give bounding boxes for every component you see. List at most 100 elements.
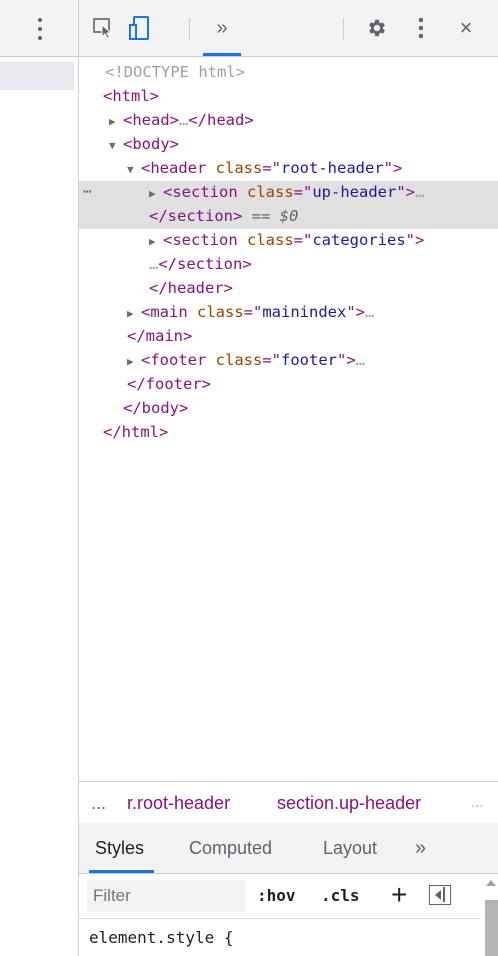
- dom-node-header-close[interactable]: </header>: [79, 277, 498, 301]
- more-tabs-button[interactable]: »: [199, 14, 245, 56]
- scroll-up-icon[interactable]: [486, 880, 496, 886]
- dom-node-body[interactable]: ▼ <body>: [79, 133, 498, 157]
- dom-line-text: </section> == $0: [149, 207, 298, 225]
- dom-token: ">: [346, 303, 366, 321]
- dom-token: class: [215, 159, 263, 177]
- expand-triangle-icon[interactable]: ▶: [127, 350, 141, 374]
- dom-token: =": [293, 231, 313, 249]
- dom-token: </main>: [127, 327, 193, 345]
- more-options-icon[interactable]: [409, 14, 433, 42]
- style-rules: element.style {: [79, 918, 479, 956]
- dom-node-head[interactable]: ▶ <head>…</head>: [79, 109, 498, 133]
- element-style-rule[interactable]: element.style {: [89, 926, 479, 950]
- expand-triangle-icon[interactable]: ▶: [149, 182, 163, 206]
- class-toggle-button[interactable]: .cls: [321, 874, 360, 918]
- dom-node-html[interactable]: <html>: [79, 85, 498, 109]
- tab-styles[interactable]: Styles: [88, 823, 155, 873]
- dom-token: footer: [281, 351, 337, 369]
- collapse-triangle-icon[interactable]: ▼: [109, 134, 123, 158]
- dom-node-header[interactable]: ▼ <header class="root-header">: [79, 157, 498, 181]
- dom-token: <footer: [141, 351, 216, 369]
- dom-token: ">: [383, 159, 403, 177]
- dom-token: $0: [279, 207, 299, 225]
- dom-line-text: …</section>: [149, 255, 252, 273]
- toolbar-divider: [343, 18, 344, 40]
- dom-token: class: [197, 303, 244, 321]
- breadcrumb-item-header[interactable]: r.root-header: [127, 782, 230, 824]
- breadcrumb-scroll-left[interactable]: ...: [91, 782, 106, 824]
- dom-token: class: [215, 351, 263, 369]
- dom-node-footer-close[interactable]: </footer>: [79, 373, 498, 397]
- dom-token: ">: [337, 351, 356, 369]
- close-icon[interactable]: ×: [451, 14, 481, 42]
- dom-line-text: </header>: [149, 279, 233, 297]
- dom-node-section-categories[interactable]: ▶ <section class="categories">: [79, 229, 498, 253]
- dom-line-text: </body>: [123, 399, 188, 417]
- dom-token: </header>: [149, 279, 233, 297]
- more-vertical-icon[interactable]: [38, 18, 42, 40]
- left-panel-strip: [0, 0, 79, 956]
- dom-token: …: [355, 351, 366, 369]
- devtools-toolbar: » ×: [79, 0, 498, 57]
- dom-token: …: [365, 303, 375, 321]
- left-panel-highlight: [0, 62, 74, 90]
- expand-triangle-icon[interactable]: ▶: [127, 302, 141, 326]
- dom-node-footer[interactable]: ▶ <footer class="footer">…: [79, 349, 498, 373]
- dom-line-text: </footer>: [127, 375, 211, 393]
- dom-node-body-close[interactable]: </body>: [79, 397, 498, 421]
- breadcrumb-item-section[interactable]: section.up-header: [277, 782, 421, 824]
- dom-line-text: <html>: [103, 87, 159, 105]
- selected-node-gutter-icon[interactable]: ⋯: [83, 181, 91, 205]
- dom-node-html-close[interactable]: </html>: [79, 421, 498, 445]
- filter-input[interactable]: [87, 880, 245, 912]
- expand-triangle-icon[interactable]: ▶: [109, 110, 123, 134]
- dom-token: </body>: [123, 399, 189, 417]
- dom-token: <head>: [123, 111, 179, 129]
- dom-token: <html: [103, 87, 150, 105]
- dom-token: =": [293, 183, 313, 201]
- dom-token: =": [262, 159, 281, 177]
- add-rule-button[interactable]: +: [391, 874, 407, 918]
- device-toolbar-icon[interactable]: [123, 14, 157, 42]
- dom-line-text: <footer class="footer">…: [141, 351, 365, 369]
- dom-token: categories: [312, 231, 406, 249]
- dom-line-text: </main>: [127, 327, 192, 345]
- dom-token: <header: [141, 159, 216, 177]
- dom-token: <body>: [123, 135, 179, 153]
- collapse-triangle-icon[interactable]: ▼: [127, 158, 141, 182]
- dom-token: =": [262, 351, 281, 369]
- dom-token: ==: [242, 207, 280, 225]
- dom-node-main[interactable]: ▶ <main class="mainindex">…: [79, 301, 498, 325]
- dom-token: ">: [396, 183, 416, 201]
- styles-tab-bar: Styles Computed Layout »: [79, 823, 498, 874]
- left-panel-header: [0, 0, 78, 57]
- dom-line-text: <section class="categories">: [163, 231, 424, 249]
- more-tabs-button[interactable]: »: [415, 823, 426, 873]
- dom-token: class: [247, 231, 294, 249]
- dom-node-section-close[interactable]: …</section>: [79, 253, 498, 277]
- scrollbar-thumb[interactable]: [485, 900, 498, 956]
- dom-token: </section>: [158, 255, 252, 273]
- hover-state-button[interactable]: :hov: [257, 874, 296, 918]
- inspect-element-icon[interactable]: [87, 14, 121, 42]
- tab-layout[interactable]: Layout: [323, 823, 377, 873]
- dom-token: =": [243, 303, 263, 321]
- tab-computed[interactable]: Computed: [189, 823, 272, 873]
- dom-node-main-close[interactable]: </main>: [79, 325, 498, 349]
- dom-tree: <!DOCTYPE html> <html> ▶ <head>…</head> ▼…: [79, 58, 498, 780]
- toolbar-divider: [189, 18, 190, 40]
- dom-token: >: [149, 87, 160, 105]
- dom-token: …: [149, 255, 159, 273]
- dom-token: </section>: [149, 207, 243, 225]
- expand-triangle-icon[interactable]: ▶: [149, 230, 163, 254]
- dom-token: class: [247, 183, 294, 201]
- dom-token: <main: [141, 303, 197, 321]
- dom-line-text: <main class="mainindex">…: [141, 303, 374, 321]
- toggle-sidebar-icon[interactable]: [429, 885, 451, 905]
- gear-icon[interactable]: [361, 14, 393, 42]
- dom-node-section-up-header[interactable]: ⋯ ▶ <section class="up-header">… </sectio…: [79, 181, 498, 229]
- dom-token: </footer>: [127, 375, 211, 393]
- dom-token: root-header: [281, 159, 384, 177]
- breadcrumb-scroll-right[interactable]: ...: [471, 782, 484, 824]
- dom-node-doctype[interactable]: <!DOCTYPE html>: [79, 61, 498, 85]
